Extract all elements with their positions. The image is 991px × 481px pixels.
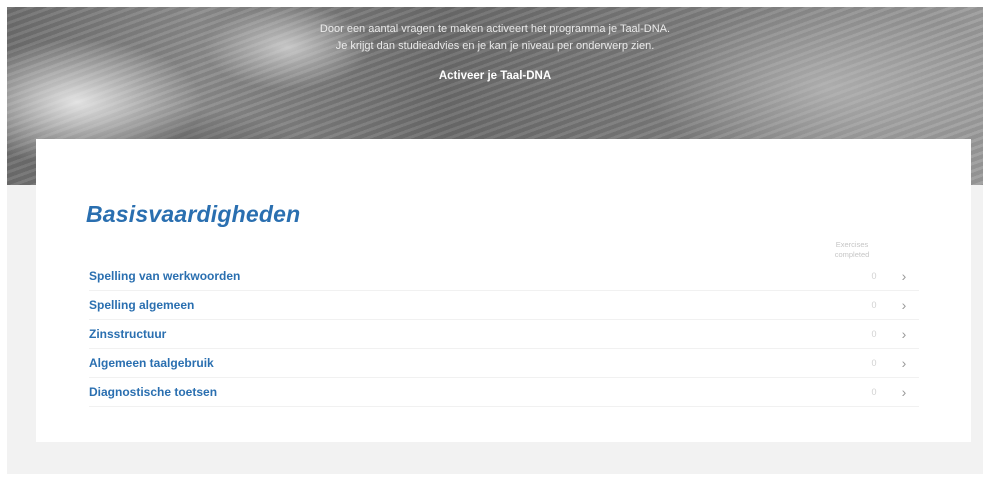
topic-row-algemeen-taalgebruik[interactable]: Algemeen taalgebruik 0 ›	[89, 349, 919, 378]
hero-line-1: Door een aantal vragen te maken activeer…	[319, 23, 671, 35]
topic-row-zinsstructuur[interactable]: Zinsstructuur 0 ›	[89, 320, 919, 349]
chevron-right-icon[interactable]: ›	[889, 327, 919, 341]
content-card: Basisvaardigheden Exercises completed Sp…	[36, 139, 971, 442]
completed-count: 0	[871, 387, 877, 397]
chevron-right-icon[interactable]: ›	[889, 356, 919, 370]
topic-label[interactable]: Diagnostische toetsen	[89, 385, 859, 399]
completed-count: 0	[871, 329, 877, 339]
topic-list: Spelling van werkwoorden 0 › Spelling al…	[89, 262, 919, 407]
column-header-line-1: Exercises	[835, 240, 869, 249]
activate-taal-dna-link[interactable]: Activeer je Taal-DNA	[439, 68, 551, 85]
topic-row-spelling-algemeen[interactable]: Spelling algemeen 0 ›	[89, 291, 919, 320]
exercises-completed-header: Exercises completed	[822, 240, 882, 260]
topic-label[interactable]: Spelling van werkwoorden	[89, 269, 859, 283]
hero-line-2: Je krijgt dan studieadvies en je kan je …	[335, 40, 655, 52]
topic-row-diagnostische-toetsen[interactable]: Diagnostische toetsen 0 ›	[89, 378, 919, 407]
chevron-right-icon[interactable]: ›	[889, 269, 919, 283]
topic-row-spelling-van-werkwoorden[interactable]: Spelling van werkwoorden 0 ›	[89, 262, 919, 291]
topic-label[interactable]: Spelling algemeen	[89, 298, 859, 312]
chevron-right-icon[interactable]: ›	[889, 298, 919, 312]
completed-count: 0	[871, 358, 877, 368]
topic-label[interactable]: Algemeen taalgebruik	[89, 356, 859, 370]
topic-label[interactable]: Zinsstructuur	[89, 327, 859, 341]
completed-count: 0	[871, 271, 877, 281]
chevron-right-icon[interactable]: ›	[889, 385, 919, 399]
page: Door een aantal vragen te maken activeer…	[7, 7, 983, 474]
completed-count: 0	[871, 300, 877, 310]
section-title: Basisvaardigheden	[86, 201, 301, 227]
column-header-line-2: completed	[834, 250, 870, 259]
hero-text: Door een aantal vragen te maken activeer…	[7, 21, 983, 85]
